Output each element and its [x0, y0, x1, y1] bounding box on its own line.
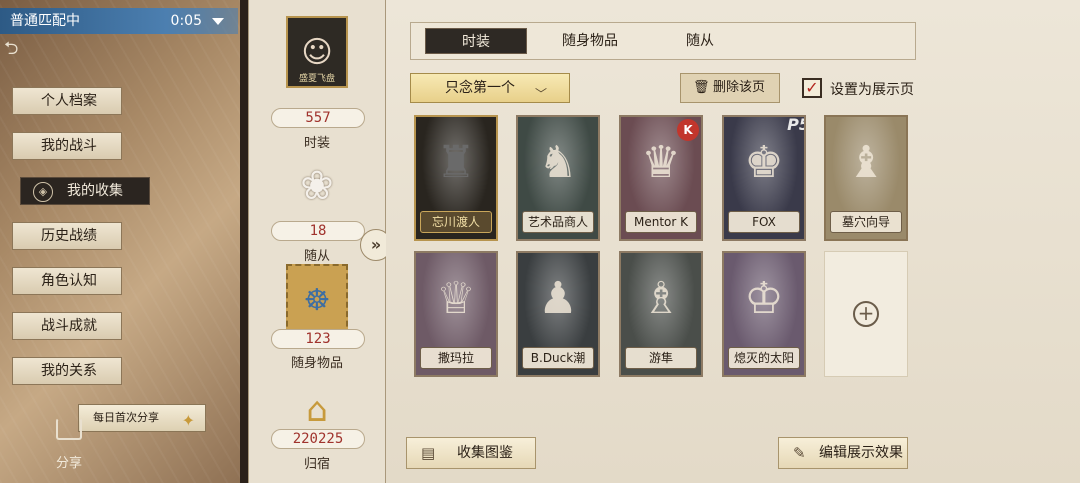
back-icon[interactable]: ⮌: [4, 36, 30, 59]
sidebar-item-label: 我的战斗: [41, 138, 97, 154]
character-figure-icon: ♜: [436, 137, 476, 188]
costume-name: Mentor K: [625, 211, 697, 233]
costume-count: 557: [271, 108, 365, 128]
sidebar-item-battles[interactable]: 我的战斗: [12, 132, 122, 160]
sidebar-item-label: 个人档案: [41, 93, 97, 109]
daily-share-banner[interactable]: 每日首次分享 ✦: [78, 404, 206, 432]
shield-icon: ◈: [33, 182, 53, 202]
share-label[interactable]: 分享: [56, 452, 82, 471]
sidebar-item-character-knowledge[interactable]: 角色认知: [12, 267, 122, 295]
home-label: 归宿: [303, 457, 330, 472]
delete-page-button[interactable]: 🗑 删除该页: [680, 73, 780, 103]
category-tabs: 时装 随身物品 随从: [410, 22, 916, 60]
sidebar-item-relations[interactable]: 我的关系: [12, 357, 122, 385]
character-figure-icon: ♛: [641, 137, 681, 188]
trash-icon: 🗑: [693, 80, 710, 95]
follower-count: 18: [271, 221, 365, 241]
tab-costumes[interactable]: 时装: [425, 28, 527, 54]
tab-followers[interactable]: 随从: [645, 28, 755, 54]
costume-name: B.Duck潮: [522, 347, 594, 369]
costume-card[interactable]: ♞ 艺术品商人: [516, 115, 600, 241]
daily-share-label: 每日首次分享: [93, 411, 159, 424]
character-figure-icon: ♔: [744, 273, 784, 324]
accessory-icon[interactable]: ☸: [286, 264, 348, 336]
plus-icon: +: [853, 301, 879, 327]
costume-card[interactable]: ♜ 忘川渡人: [414, 115, 498, 241]
character-figure-icon: ♗: [641, 273, 681, 324]
sidebar-item-achievements[interactable]: 战斗成就: [12, 312, 122, 340]
character-figure-icon: ♕: [436, 273, 476, 324]
costume-name: 艺术品商人: [522, 211, 594, 233]
showcase-costume-portrait[interactable]: ☺ 盛夏飞盘: [286, 16, 348, 88]
puzzle-icon: ✦: [181, 411, 195, 430]
home-count: 220225: [271, 429, 365, 449]
costume-name: 撒玛拉: [420, 347, 492, 369]
sidebar-item-label: 角色认知: [41, 273, 97, 289]
matchmaking-timer: 0:05: [170, 13, 202, 29]
sidebar-item-label: 历史战绩: [41, 228, 97, 244]
costume-name: 忘川渡人: [420, 211, 492, 233]
share-icon[interactable]: [56, 418, 82, 440]
accessory-count: 123: [271, 329, 365, 349]
costume-card[interactable]: ♛ K Mentor K: [619, 115, 703, 241]
character-figure-icon: ♟: [538, 273, 578, 324]
page-filter-dropdown[interactable]: 只念第一个 ﹀: [410, 73, 570, 103]
edit-display-button[interactable]: ✎ 编辑展示效果: [778, 437, 908, 469]
set-showcase-checkbox[interactable]: ✓: [802, 78, 822, 98]
delete-page-label: 删除该页: [713, 80, 766, 95]
collection-guide-label: 收集图鉴: [457, 445, 513, 461]
sidebar-item-profile[interactable]: 个人档案: [12, 87, 122, 115]
character-figure-icon: ♝: [846, 137, 886, 188]
costume-card[interactable]: ♔ 熄灭的太阳: [722, 251, 806, 377]
edit-display-label: 编辑展示效果: [819, 445, 903, 461]
sidebar-item-label: 我的关系: [41, 363, 97, 379]
edit-icon: ✎: [793, 444, 806, 462]
costume-name: FOX: [728, 211, 800, 233]
follower-pet-icon[interactable]: ❀: [286, 150, 348, 222]
character-figure-icon: ♞: [538, 137, 578, 188]
tab-accessories[interactable]: 随身物品: [535, 28, 645, 54]
costume-name: 游隼: [625, 347, 697, 369]
chevron-down-icon[interactable]: [212, 18, 224, 25]
costume-name: 熄灭的太阳: [728, 347, 800, 369]
showcase-caption: 盛夏飞盘: [298, 74, 335, 84]
costume-name: 墓穴向导: [830, 211, 902, 233]
character-figure-icon: ♚: [744, 137, 784, 188]
portrait-figure-icon: ☺: [301, 34, 333, 70]
costume-label: 时装: [303, 136, 330, 151]
costume-card[interactable]: ♕ 撒玛拉: [414, 251, 498, 377]
p5-logo-icon: P5: [787, 115, 804, 134]
dropdown-selected-value: 只念第一个: [445, 80, 515, 96]
collection-main-panel: 时装 随身物品 随从 只念第一个 ﹀ 🗑 删除该页 ✓ 设置为展示页 ♜ 忘川渡…: [386, 0, 1080, 483]
costume-card[interactable]: ♝ 墓穴向导: [824, 115, 908, 241]
k-badge-icon: K: [677, 119, 699, 141]
matchmaking-bar[interactable]: 普通匹配中 0:05: [0, 8, 238, 34]
book-icon: ▤: [421, 444, 436, 462]
chevron-down-icon: ﹀: [534, 87, 547, 101]
costume-card[interactable]: ♚ P5 FOX: [722, 115, 806, 241]
add-costume-slot[interactable]: +: [824, 251, 908, 377]
collection-guide-button[interactable]: ▤ 收集图鉴: [406, 437, 536, 469]
accessory-label: 随身物品: [290, 356, 343, 371]
sidebar-item-history[interactable]: 历史战绩: [12, 222, 122, 250]
matchmaking-label: 普通匹配中: [10, 13, 80, 29]
sidebar-item-label: 我的收集: [67, 183, 123, 199]
sidebar-item-label: 战斗成就: [41, 318, 97, 334]
costume-card[interactable]: ♗ 游隼: [619, 251, 703, 377]
costume-card[interactable]: ♟ B.Duck潮: [516, 251, 600, 377]
sidebar-item-collection[interactable]: ◈ 我的收集: [20, 177, 150, 205]
set-showcase-label[interactable]: 设置为展示页: [830, 79, 914, 99]
